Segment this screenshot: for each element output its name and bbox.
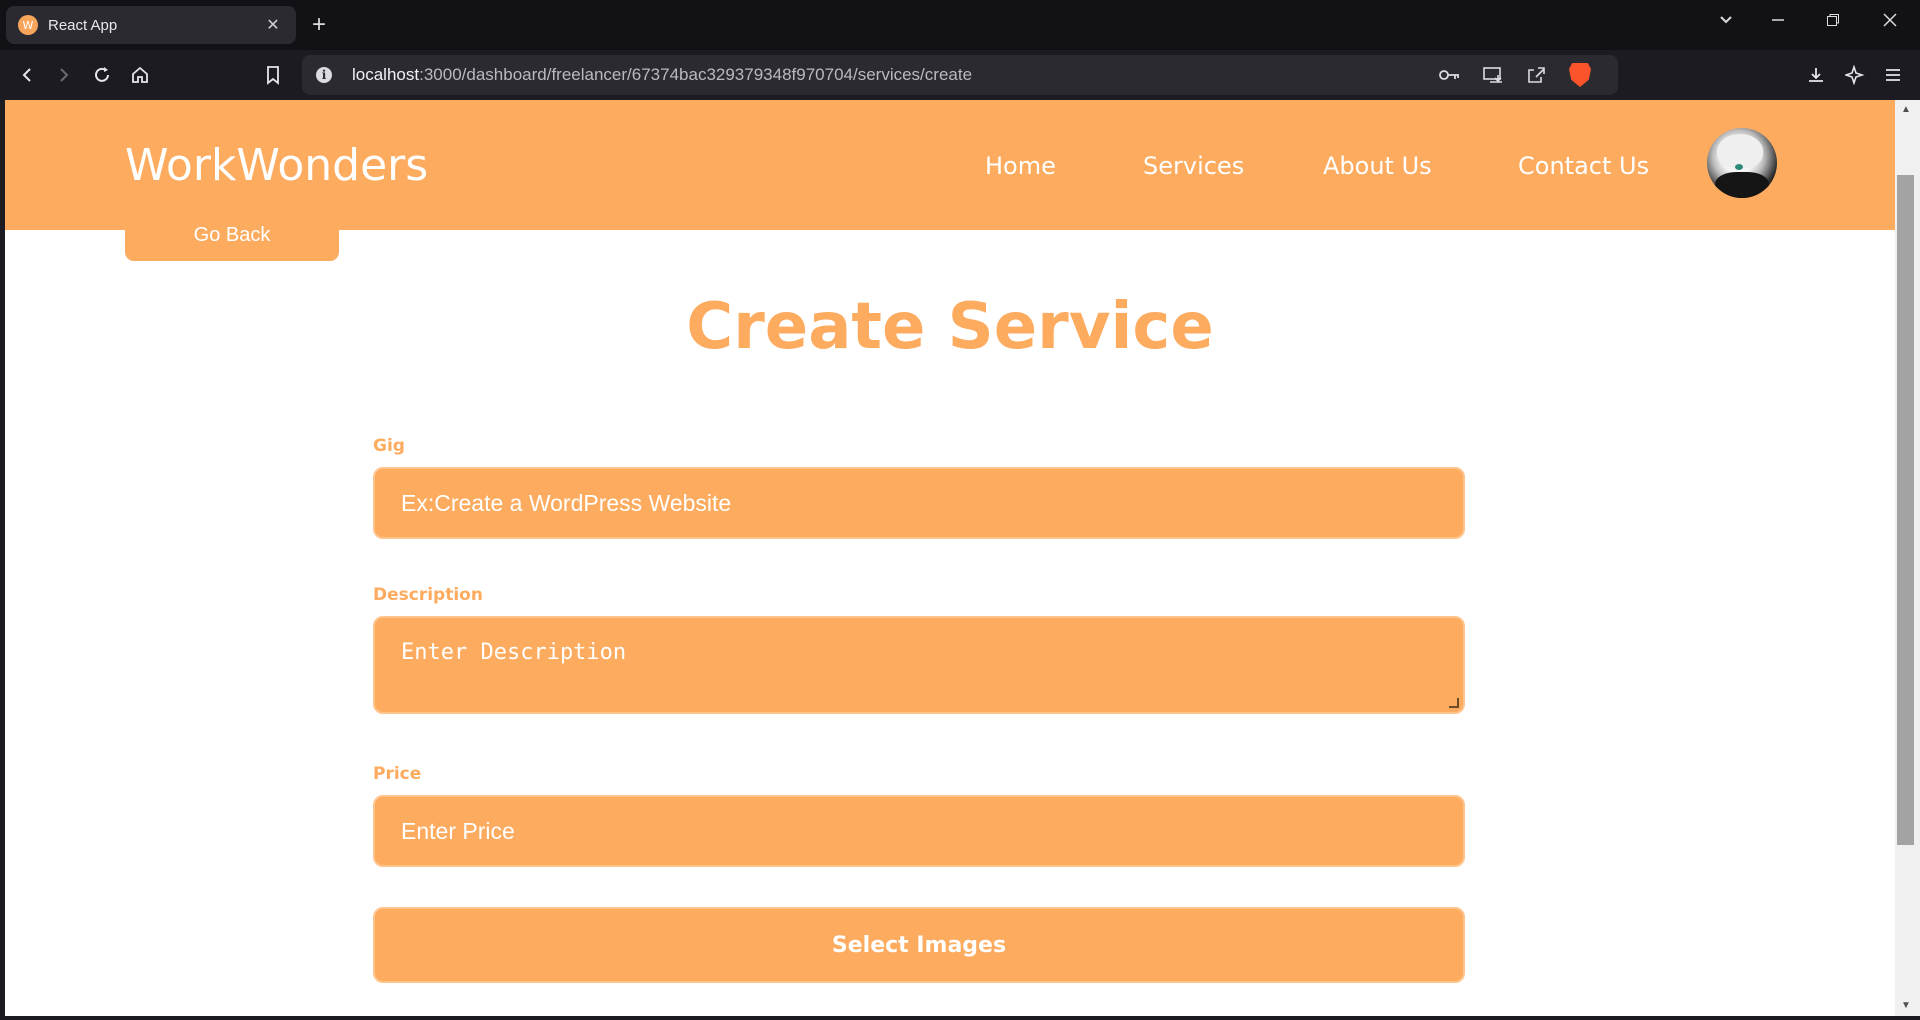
brave-shields-icon[interactable]: [1566, 63, 1594, 87]
page-title: Create Service: [686, 290, 1214, 364]
url-host: localhost: [352, 65, 420, 84]
browser-tab[interactable]: W React App ✕: [6, 6, 296, 44]
scroll-down-icon[interactable]: ▼: [1899, 1000, 1913, 1014]
web-page: WorkWonders Home Services About Us Conta…: [5, 100, 1895, 1016]
site-logo[interactable]: WorkWonders: [125, 140, 428, 191]
site-favicon-icon: W: [18, 15, 38, 35]
forward-icon[interactable]: [51, 62, 77, 88]
site-info-icon[interactable]: i: [316, 67, 332, 83]
close-tab-icon[interactable]: ✕: [262, 15, 284, 35]
nav-contact-us[interactable]: Contact Us: [1518, 152, 1649, 180]
nav-services[interactable]: Services: [1143, 152, 1244, 180]
close-window-icon[interactable]: [1882, 12, 1898, 33]
select-images-button[interactable]: Select Images: [373, 907, 1465, 983]
nav-home[interactable]: Home: [985, 152, 1056, 180]
back-icon[interactable]: [14, 62, 40, 88]
gig-input[interactable]: Ex:Create a WordPress Website: [373, 467, 1465, 539]
password-key-icon[interactable]: [1436, 63, 1464, 87]
url-path: :3000/dashboard/freelancer/67374bac32937…: [419, 65, 973, 84]
tab-search-chevron-icon[interactable]: [1718, 12, 1734, 33]
price-label: Price: [373, 764, 422, 784]
nav-about-us[interactable]: About Us: [1323, 152, 1432, 180]
description-textarea[interactable]: Enter Description: [373, 616, 1465, 714]
user-avatar[interactable]: [1707, 128, 1777, 198]
cast-icon[interactable]: [1479, 63, 1507, 87]
url-text: localhost:3000/dashboard/freelancer/6737…: [352, 65, 972, 85]
description-placeholder: Enter Description: [401, 640, 627, 665]
download-icon[interactable]: [1803, 62, 1829, 88]
share-icon[interactable]: [1522, 63, 1550, 87]
home-icon[interactable]: [127, 62, 153, 88]
price-input[interactable]: Enter Price: [373, 795, 1465, 867]
reload-icon[interactable]: [89, 62, 115, 88]
go-back-button[interactable]: Go Back: [125, 204, 339, 261]
address-bar[interactable]: i localhost:3000/dashboard/freelancer/67…: [302, 55, 1618, 95]
tab-title: React App: [48, 16, 118, 34]
leo-ai-icon[interactable]: [1842, 62, 1868, 88]
resize-handle-icon[interactable]: [1449, 698, 1459, 708]
new-tab-icon[interactable]: +: [312, 12, 326, 38]
scrollbar-thumb[interactable]: [1897, 175, 1914, 845]
restore-icon[interactable]: [1825, 12, 1841, 33]
tab-strip: W React App ✕ +: [0, 0, 1920, 50]
minimize-icon[interactable]: [1770, 12, 1786, 33]
gig-label: Gig: [373, 436, 405, 456]
scroll-up-icon[interactable]: ▲: [1899, 104, 1913, 118]
bookmark-icon[interactable]: [260, 62, 286, 88]
description-label: Description: [373, 585, 483, 605]
menu-icon[interactable]: [1880, 62, 1906, 88]
